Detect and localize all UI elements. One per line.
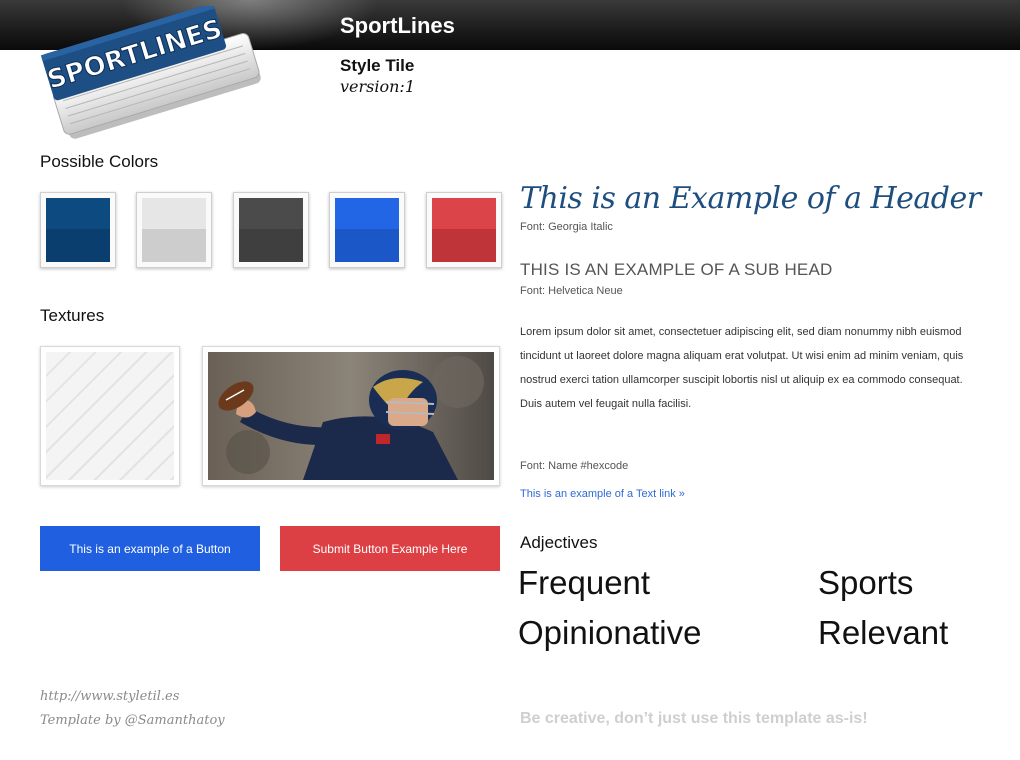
textures-label: Textures	[40, 306, 105, 325]
football-player-image	[208, 352, 494, 480]
color-swatch-dark-gray	[233, 192, 309, 268]
header-font-note: Font: Georgia Italic	[520, 221, 613, 233]
sportlines-logo: SPORTLINES	[40, 6, 261, 139]
possible-colors-label: Possible Colors	[40, 152, 159, 171]
submit-button[interactable]: Submit Button Example Here	[280, 526, 500, 571]
swatch-top	[335, 198, 399, 229]
style-tile-label: Style Tile	[340, 56, 415, 75]
stripe-pattern	[46, 352, 174, 480]
color-swatch-blue	[329, 192, 405, 268]
adjective-word: Frequent	[518, 564, 651, 601]
swatch-top	[142, 198, 206, 229]
brand-title: SportLines	[340, 13, 455, 38]
adjectives-label: Adjectives	[520, 533, 598, 552]
footer-credit: Template by @Samanthatoy	[40, 713, 225, 728]
subhead-font-note: Font: Helvetica Neue	[520, 285, 623, 297]
text-link-example[interactable]: This is an example of a Text link »	[520, 488, 685, 500]
footer-url: http://www.styletil.es	[40, 689, 180, 704]
version-label: version:1	[340, 77, 415, 96]
color-swatch-navy	[40, 192, 116, 268]
texture-photo	[202, 346, 500, 486]
footer-tagline: Be creative, don’t just use this templat…	[520, 710, 868, 727]
body-text-example: Lorem ipsum dolor sit amet, consectetuer…	[520, 326, 964, 410]
texture-stripes-tile	[40, 346, 180, 486]
example-button[interactable]: This is an example of a Button	[40, 526, 260, 571]
swatch-top	[239, 198, 303, 229]
swatch-bottom	[46, 229, 110, 262]
swatch-bottom	[432, 229, 496, 262]
adjective-word: Opinionative	[518, 614, 702, 651]
adjective-word: Relevant	[818, 614, 949, 651]
color-swatch-red	[426, 192, 502, 268]
swatch-bottom	[142, 229, 206, 262]
body-font-note: Font: Name #hexcode	[520, 460, 629, 472]
swatch-top	[46, 198, 110, 229]
header-example: This is an Example of a Header	[520, 181, 981, 216]
swatch-bottom	[239, 229, 303, 262]
adjective-word: Sports	[818, 564, 914, 601]
swatch-bottom	[335, 229, 399, 262]
swatch-top	[432, 198, 496, 229]
subhead-example: THIS IS AN EXAMPLE OF A SUB HEAD	[520, 260, 833, 279]
color-swatch-light-gray	[136, 192, 212, 268]
